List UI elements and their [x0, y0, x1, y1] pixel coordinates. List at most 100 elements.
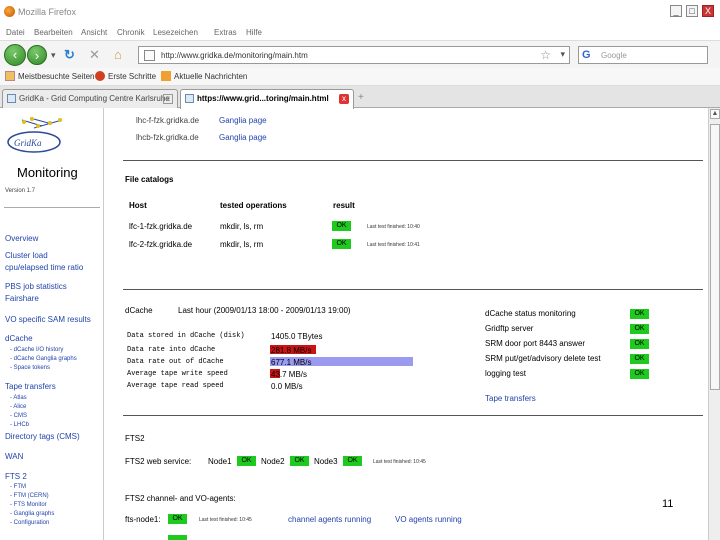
sidebar-item-directory-tags[interactable]: Directory tags (CMS) [5, 432, 80, 442]
search-placeholder[interactable]: Google [601, 51, 627, 60]
reload-icon[interactable]: ↻ [64, 48, 75, 62]
catalog-ops: mkdir, ls, rm [220, 240, 264, 249]
sidebar-subitem-ganglia-graphs[interactable]: - Ganglia graphs [10, 510, 54, 518]
menu-help[interactable]: Hilfe [246, 28, 262, 37]
sidebar-item-overview[interactable]: Overview [5, 234, 38, 244]
status-ok-badge: OK [332, 221, 351, 231]
status-ok-badge: OK [630, 339, 649, 349]
vertical-scrollbar[interactable]: ▲ [708, 108, 720, 540]
sidebar-subitem-cms[interactable]: - CMS [10, 412, 27, 420]
status-ok-badge: OK [630, 354, 649, 364]
bookmark-getting-started[interactable]: Erste Schritte [108, 72, 156, 81]
sidebar-subitem-ftm-cern[interactable]: - FTM (CERN) [10, 492, 49, 500]
ganglia-page-link[interactable]: Ganglia page [219, 116, 267, 125]
sidebar-subitem-dcache-ganglia[interactable]: - dCache Ganglia graphs [10, 355, 77, 363]
sidebar-item-cpu-ratio[interactable]: cpu/elapsed time ratio [5, 263, 83, 273]
sidebar-subitem-configuration[interactable]: - Configuration [10, 519, 49, 527]
sidebar-title: Monitoring [17, 165, 78, 180]
sidebar-item-tape-transfers[interactable]: Tape transfers [5, 382, 56, 392]
catalog-host: lfc-1-fzk.gridka.de [129, 222, 193, 231]
ganglia-page-link[interactable]: Ganglia page [219, 133, 267, 142]
tab-monitoring[interactable]: https://www.grid...toring/main.html x [180, 89, 354, 109]
url-text[interactable]: http://www.gridka.de/monitoring/main.htm [161, 51, 308, 60]
sidebar-item-fairshare[interactable]: Fairshare [5, 294, 39, 304]
scroll-up-icon[interactable]: ▲ [710, 109, 720, 119]
menu-history[interactable]: Chronik [117, 28, 145, 37]
history-dropdown-icon[interactable]: ▾ [51, 48, 56, 62]
menu-view[interactable]: Ansicht [81, 28, 107, 37]
sidebar-divider [4, 207, 100, 208]
maximize-button[interactable]: □ [686, 5, 698, 17]
check-label: SRM put/get/advisory delete test [485, 354, 601, 363]
address-bar[interactable]: http://www.gridka.de/monitoring/main.htm… [138, 46, 570, 64]
bookmark-most-visited[interactable]: Meistbesuchte Seiten [18, 72, 95, 81]
sidebar-item-fts2[interactable]: FTS 2 [5, 472, 27, 482]
tape-transfers-link[interactable]: Tape transfers [485, 394, 536, 403]
file-catalogs-title: File catalogs [125, 175, 174, 184]
tab-label: https://www.grid...toring/main.html [197, 94, 329, 103]
tab-gridka[interactable]: GridKa - Grid Computing Centre Karlsruhe… [2, 89, 178, 108]
bookmark-star-icon[interactable]: ☆ [540, 48, 551, 62]
sidebar-item-cluster-load[interactable]: Cluster load [5, 251, 48, 261]
status-ok-badge: OK [168, 514, 187, 524]
sidebar-subitem-alice[interactable]: - Alice [10, 403, 26, 411]
status-ok-badge: OK [332, 239, 351, 249]
dcache-title: dCache [125, 306, 153, 315]
sidebar-item-pbs-stats[interactable]: PBS job statistics [5, 282, 67, 292]
metric-label: Data stored in dCache (disk) [127, 332, 245, 340]
status-ok-badge: OK [630, 324, 649, 334]
sidebar-subitem-dcache-io[interactable]: - dCache I/O history [10, 346, 63, 354]
tab-label: GridKa - Grid Computing Centre Karlsruhe [19, 94, 170, 103]
menu-edit[interactable]: Bearbeiten [34, 28, 73, 37]
sidebar-subitem-fts-monitor[interactable]: - FTS Monitor [10, 501, 47, 509]
main-content: lhc-f-fzk.gridka.de Ganglia page lhcb-fz… [105, 108, 708, 540]
dcache-period: Last hour (2009/01/13 18:00 - 2009/01/13… [178, 306, 351, 315]
fts2-node-label: Node2 [261, 457, 285, 466]
menu-bookmarks[interactable]: Lesezeichen [153, 28, 198, 37]
vo-agents-link[interactable]: VO agents running [395, 515, 462, 524]
forward-button[interactable]: › [27, 45, 47, 65]
host-name: lhc-f-fzk.gridka.de [136, 116, 200, 125]
window-title: Mozilla Firefox [18, 7, 77, 17]
metric-value: 43.7 MB/s [271, 370, 308, 379]
sidebar-subitem-ftm[interactable]: - FTM [10, 483, 26, 491]
catalog-host: lfc-2-fzk.gridka.de [129, 240, 193, 249]
check-label: logging test [485, 369, 526, 378]
channel-agents-link[interactable]: channel agents running [288, 515, 371, 524]
navigation-toolbar: ‹ › ▾ ↻ ✕ ⌂ http://www.gridka.de/monitor… [0, 40, 720, 68]
new-tab-button[interactable]: + [358, 92, 364, 103]
stop-icon[interactable]: ✕ [89, 48, 100, 62]
menu-file[interactable]: Datei [6, 28, 25, 37]
scroll-thumb[interactable] [710, 124, 720, 390]
fts2-agent-node: fts-node1: [125, 515, 161, 524]
sidebar-item-sam-results[interactable]: VO specific SAM results [5, 315, 91, 325]
minimize-button[interactable]: _ [670, 5, 682, 17]
search-box[interactable]: G Google [578, 46, 708, 64]
sidebar-subitem-space-tokens[interactable]: - Space tokens [10, 364, 50, 372]
tab-favicon-icon [185, 94, 194, 103]
sidebar-subitem-atlas[interactable]: - Atlas [10, 394, 27, 402]
metric-label: Average tape write speed [127, 370, 228, 378]
tab-favicon-icon [7, 94, 16, 103]
last-test-time: Last test finished: 10:45 [373, 459, 426, 465]
sidebar-subitem-lhcb[interactable]: - LHCb [10, 421, 29, 429]
back-button[interactable]: ‹ [4, 44, 26, 66]
url-dropdown-icon[interactable]: ▾ [560, 49, 565, 60]
home-icon[interactable]: ⌂ [114, 48, 122, 62]
close-button[interactable]: X [702, 5, 714, 17]
host-name: lhcb-fzk.gridka.de [136, 133, 199, 142]
sidebar-item-wan[interactable]: WAN [5, 452, 23, 462]
bookmarks-toolbar: Meistbesuchte Seiten Erste Schritte Aktu… [0, 68, 720, 86]
bookmark-latest-news[interactable]: Aktuelle Nachrichten [174, 72, 247, 81]
tab-close-icon[interactable]: x [163, 94, 173, 104]
tab-close-icon[interactable]: x [339, 94, 349, 104]
page-number: 11 [662, 498, 674, 510]
col-header-ops: tested operations [220, 201, 287, 210]
metric-label: Data rate into dCache [127, 346, 216, 354]
menu-tools[interactable]: Extras [214, 28, 237, 37]
fts2-node-label: Node1 [208, 457, 232, 466]
section-divider [123, 415, 703, 416]
google-icon[interactable]: G [582, 49, 591, 61]
metric-label: Average tape read speed [127, 382, 224, 390]
sidebar-item-dcache[interactable]: dCache [5, 334, 33, 344]
